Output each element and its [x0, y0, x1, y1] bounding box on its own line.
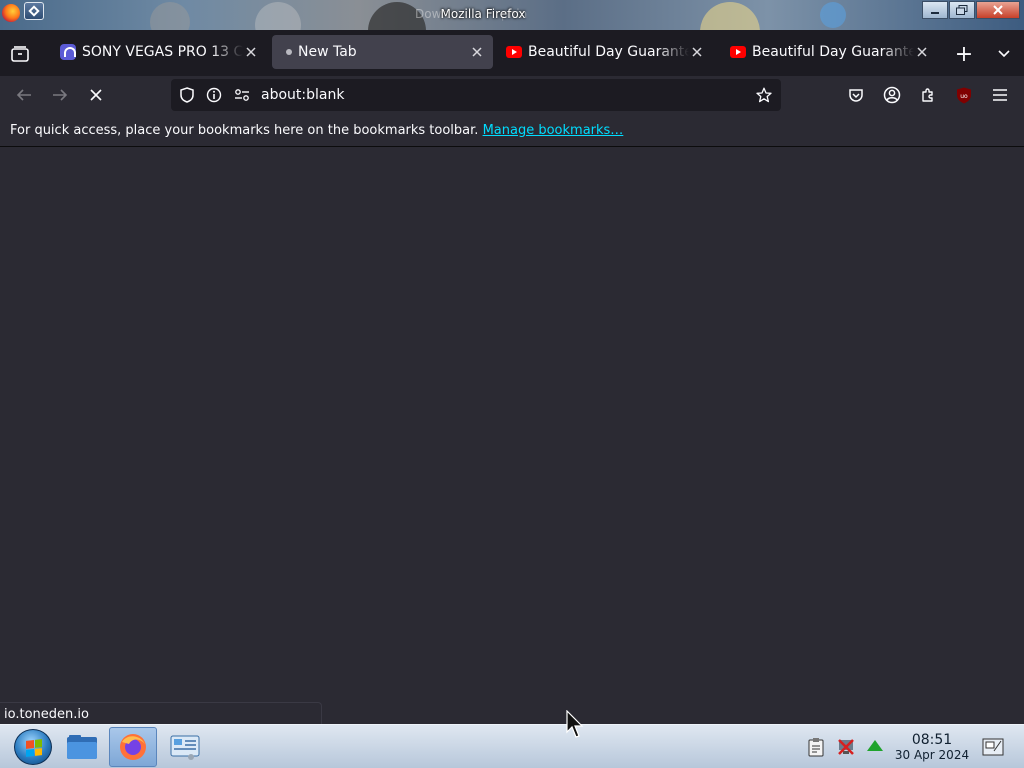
firefox-view-button[interactable] [10, 44, 30, 64]
page-content[interactable] [0, 147, 1024, 724]
status-text: io.toneden.io [4, 707, 89, 722]
pocket-button[interactable] [844, 83, 868, 107]
close-tab-button[interactable] [914, 44, 930, 60]
info-icon [206, 87, 222, 103]
control-panel-icon [170, 735, 200, 760]
pocket-icon [849, 89, 863, 102]
arrow-left-icon [16, 89, 31, 101]
status-panel: io.toneden.io [0, 702, 322, 724]
folder-icon [67, 735, 97, 759]
tab-label: Beautiful Day Guaranteed [528, 44, 689, 60]
chevron-down-icon [998, 50, 1010, 58]
close-icon [246, 47, 256, 57]
app-menu-button[interactable] [988, 83, 1012, 107]
arrow-up-icon [867, 740, 883, 751]
firefox-view-icon [11, 46, 29, 62]
clock-time: 08:51 [911, 732, 953, 748]
permissions-button[interactable] [234, 87, 250, 103]
show-desktop-icon [982, 738, 1004, 756]
window-title: Mozilla Firefox [440, 7, 526, 21]
close-icon [472, 47, 482, 57]
close-icon [692, 47, 702, 57]
tab-label: SONY VEGAS PRO 13 CRACK [82, 44, 243, 60]
shield-icon [180, 87, 194, 103]
taskbar-firefox[interactable] [109, 727, 157, 767]
taskbar-file-manager[interactable] [58, 727, 106, 767]
bookmarks-toolbar: For quick access, place your bookmarks h… [0, 114, 1024, 147]
navigation-toolbar: about:blank uo [0, 76, 1024, 114]
tab-new-tab[interactable]: New Tab [272, 35, 493, 69]
tab-label: New Tab [298, 44, 357, 60]
taskbar: 08:51 30 Apr 2024 [0, 724, 1024, 768]
list-all-tabs-button[interactable] [994, 44, 1014, 64]
window-controls [921, 1, 1020, 19]
ublock-origin-button[interactable]: uo [952, 83, 976, 107]
firefox-icon [120, 734, 146, 760]
ublock-shield-icon: uo [957, 87, 971, 103]
puzzle-icon [922, 88, 933, 102]
close-tab-button[interactable] [469, 44, 485, 60]
tracking-protection-button[interactable] [179, 87, 195, 103]
taskbar-control-panel[interactable] [161, 727, 209, 767]
bookmarks-empty-message: For quick access, place your bookmarks h… [10, 123, 623, 138]
close-icon [90, 89, 102, 101]
back-button[interactable] [12, 83, 36, 107]
windows-logo-icon [26, 739, 42, 757]
tab-label: Beautiful Day Guaranteed [752, 44, 914, 60]
close-icon [917, 47, 927, 57]
svg-text:uo: uo [960, 93, 968, 100]
minimize-button[interactable] [922, 1, 948, 19]
tab-sony-vegas[interactable]: SONY VEGAS PRO 13 CRACK [52, 35, 267, 69]
tab-strip: SONY VEGAS PRO 13 CRACK New Tab Beautifu… [0, 30, 1024, 76]
tray-update[interactable] [865, 737, 885, 757]
tray-network[interactable] [836, 737, 856, 757]
show-desktop-button[interactable] [981, 737, 1005, 757]
restore-icon [956, 5, 968, 15]
sony-favicon-icon [60, 44, 76, 60]
arrow-right-icon [53, 89, 68, 101]
account-icon [883, 86, 901, 104]
extensions-button[interactable] [916, 83, 940, 107]
forward-button[interactable] [48, 83, 72, 107]
minimize-icon [931, 12, 939, 14]
plus-icon: + [954, 41, 974, 67]
mouse-cursor-icon [566, 710, 584, 738]
new-tab-button[interactable]: + [952, 41, 976, 67]
star-icon [756, 87, 772, 103]
clock-date: 30 Apr 2024 [894, 748, 970, 762]
bookmarks-message-text: For quick access, place your bookmarks h… [10, 123, 479, 138]
youtube-icon [506, 46, 522, 58]
loading-dot-icon [286, 49, 292, 55]
site-info-button[interactable] [206, 87, 222, 103]
url-text[interactable]: about:blank [261, 87, 344, 103]
youtube-icon [730, 46, 746, 58]
tab-beautiful-day-2[interactable]: Beautiful Day Guaranteed [722, 35, 938, 69]
close-window-button[interactable] [976, 1, 1020, 19]
close-tab-button[interactable] [689, 44, 705, 60]
taskbar-clock[interactable]: 08:51 30 Apr 2024 [892, 732, 972, 763]
account-button[interactable] [880, 83, 904, 107]
close-tab-button[interactable] [243, 44, 259, 60]
hamburger-menu-icon [993, 89, 1007, 101]
manage-bookmarks-link[interactable]: Manage bookmarks… [483, 123, 624, 138]
clipboard-icon [808, 738, 824, 757]
network-disconnected-icon [838, 739, 854, 755]
stop-loading-button[interactable] [84, 83, 108, 107]
restore-button[interactable] [949, 1, 975, 19]
permissions-icon [235, 89, 249, 101]
start-button[interactable] [14, 729, 52, 765]
bookmark-star-button[interactable] [756, 87, 772, 103]
tab-beautiful-day-1[interactable]: Beautiful Day Guaranteed [498, 35, 713, 69]
close-icon [993, 5, 1003, 15]
url-bar[interactable]: about:blank [171, 79, 781, 111]
window-titlebar: Down phin Mozilla Firefox [0, 0, 1024, 30]
tray-clipboard[interactable] [806, 737, 826, 757]
